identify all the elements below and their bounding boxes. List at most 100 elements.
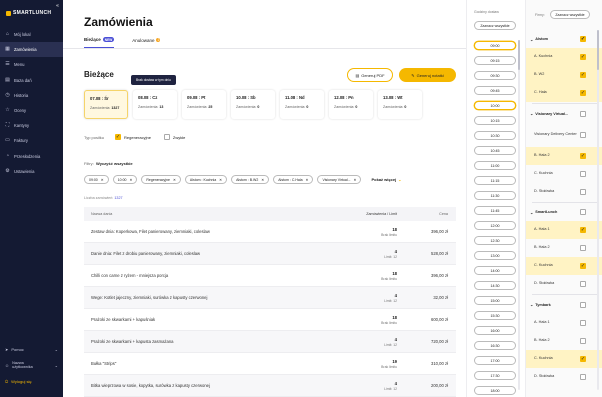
- logout-item[interactable]: ⏻ Wyloguj się: [0, 374, 63, 388]
- checkbox-icon[interactable]: [580, 245, 586, 252]
- filter-chip[interactable]: Visionary Virtual... ✕: [317, 175, 362, 184]
- table-row[interactable]: Bułka "Strips" 19 Brak limitu 310,00 zł: [84, 353, 456, 375]
- delivery-scrollbar[interactable]: [518, 40, 520, 390]
- delivery-time-option[interactable]: 09:15: [474, 56, 516, 65]
- delivery-time-option[interactable]: 11:45: [474, 206, 516, 215]
- company-location[interactable]: B. W2 ✓: [526, 66, 602, 84]
- day-card[interactable]: 07.08 : Śr Zamówienia: 1327: [84, 90, 128, 119]
- sidebar-item-1[interactable]: ▦ Zamówienia: [0, 42, 63, 58]
- table-row[interactable]: Prażoki ze skwarkami + kapusta zasmażana…: [84, 331, 456, 353]
- meal-type-regen[interactable]: ✓ Regeneracyjne: [115, 134, 151, 140]
- day-card[interactable]: 10.08 : Sb Zamówienia: 0: [231, 90, 275, 119]
- delivery-time-option[interactable]: 14:30: [474, 281, 516, 290]
- tab-current[interactable]: Bieżące NEW: [84, 37, 115, 48]
- company-location[interactable]: C. Kuchnia ✓: [526, 257, 602, 276]
- generate-notes-button[interactable]: ✎ Generuj notatki: [399, 68, 456, 82]
- delivery-time-option[interactable]: 10:00: [474, 101, 516, 110]
- company-location[interactable]: D. Stołówka: [526, 275, 602, 293]
- company-location[interactable]: D. Stołówka: [526, 183, 602, 201]
- company-location[interactable]: C. Hala ✓: [526, 84, 602, 102]
- checkbox-icon[interactable]: [580, 209, 586, 216]
- chevron-down-icon[interactable]: ⌄: [530, 210, 533, 215]
- sidebar-item-0[interactable]: ⌂ Mój lokal: [0, 27, 63, 42]
- checkbox-icon[interactable]: [580, 170, 586, 177]
- company-location[interactable]: A. Kuchnia ✓: [526, 48, 602, 66]
- filter-chip[interactable]: Regeneracyjne ✕: [141, 175, 181, 184]
- company-group-header[interactable]: ⌄ Tymbark: [526, 296, 602, 314]
- scrollbar-thumb[interactable]: [597, 30, 599, 70]
- checkbox-checked-icon[interactable]: ✓: [580, 263, 586, 270]
- meal-type-normal[interactable]: Zwykłe: [163, 134, 185, 140]
- company-location[interactable]: B. Hala 2: [526, 239, 602, 257]
- delivery-time-option[interactable]: 16:00: [474, 326, 516, 335]
- day-card[interactable]: 13.08 : Wt Zamówienia: 0: [378, 90, 422, 119]
- clear-filters-link[interactable]: Wyczyść wszystkie: [96, 161, 133, 166]
- delivery-time-option[interactable]: 15:30: [474, 311, 516, 320]
- delivery-time-option[interactable]: 12:30: [474, 236, 516, 245]
- sidebar-item-3[interactable]: ▤ Baza dań: [0, 73, 63, 88]
- chevron-down-icon[interactable]: ⌄: [530, 37, 533, 42]
- tab-cancelled[interactable]: Anulowane 2: [132, 37, 161, 48]
- filter-chip[interactable]: Alstom : B.W2 ✕: [231, 175, 270, 184]
- sidebar-item-2[interactable]: ☰ Menu: [0, 57, 63, 72]
- checkbox-icon[interactable]: [580, 337, 586, 344]
- day-card[interactable]: 08.08 : Cz Zamówienia: 13: [133, 90, 177, 119]
- sidebar-item-7[interactable]: ▭ Faktury: [0, 133, 63, 148]
- delivery-time-option[interactable]: 10:15: [474, 116, 516, 125]
- sidebar-item-5[interactable]: ☆ Oceny: [0, 103, 63, 118]
- close-icon[interactable]: ✕: [101, 178, 104, 182]
- checkbox-icon[interactable]: [580, 131, 586, 138]
- sidebar-item-4[interactable]: ◷ Historia: [0, 88, 63, 103]
- delivery-time-option[interactable]: 09:00: [474, 41, 516, 50]
- checkbox-checked-icon[interactable]: ✓: [580, 227, 586, 234]
- delivery-time-option[interactable]: 17:30: [474, 371, 516, 380]
- delivery-time-option[interactable]: 10:30: [474, 131, 516, 140]
- table-row[interactable]: Bitka wieprzowa w sosie, kopytka, surówk…: [84, 375, 456, 397]
- day-card[interactable]: 11.08 : Nd Zamówienia: 0: [280, 90, 324, 119]
- collapse-sidebar-icon[interactable]: «: [54, 3, 61, 10]
- company-location[interactable]: A. Hala 1: [526, 314, 602, 332]
- select-all-hours-button[interactable]: Zaznacz wszystkie: [474, 21, 516, 30]
- delivery-time-option[interactable]: 14:00: [474, 266, 516, 275]
- filter-chip[interactable]: 09:00 ✕: [84, 175, 109, 184]
- company-location[interactable]: B. Hala 2 ✓: [526, 146, 602, 165]
- company-location[interactable]: B. Hala 2: [526, 332, 602, 350]
- table-row[interactable]: Zestaw dnia: Koperkowa, Filet panierowan…: [84, 221, 456, 243]
- delivery-time-option[interactable]: 15:00: [474, 296, 516, 305]
- checkbox-checked-icon[interactable]: ✓: [115, 134, 122, 140]
- checkbox-checked-icon[interactable]: ✓: [580, 72, 586, 78]
- delivery-time-option[interactable]: 16:30: [474, 341, 516, 350]
- checkbox-icon[interactable]: [580, 281, 586, 288]
- delivery-time-option[interactable]: 09:30: [474, 71, 516, 80]
- close-icon[interactable]: ✕: [129, 178, 132, 182]
- delivery-time-option[interactable]: 11:00: [474, 161, 516, 170]
- user-item[interactable]: ☺ Nazwa użytkownika ⌄: [0, 356, 63, 374]
- delivery-time-option[interactable]: 17:00: [474, 356, 516, 365]
- table-row[interactable]: Wege: Kotlet jajeczny, ziemniaki, surówk…: [84, 287, 456, 309]
- filter-chip[interactable]: 10:00 ✕: [112, 175, 138, 184]
- sidebar-item-6[interactable]: ⛶ Kantyny: [0, 118, 63, 133]
- delivery-time-option[interactable]: 18:00: [474, 386, 516, 395]
- checkbox-icon[interactable]: [580, 110, 586, 117]
- table-row[interactable]: Danie dnia: Filet z drobiu panierowany, …: [84, 243, 456, 265]
- checkbox-icon[interactable]: [163, 134, 170, 140]
- table-row[interactable]: Prażoki ze skwarkami + kapuśniak 18 Brak l…: [84, 309, 456, 331]
- sidebar-item-8[interactable]: ◔ Przesłodzenia: [0, 149, 63, 164]
- close-icon[interactable]: ✕: [306, 178, 309, 182]
- delivery-time-option[interactable]: 10:45: [474, 146, 516, 155]
- company-location[interactable]: C. Kuchnia: [526, 165, 602, 183]
- show-more-link[interactable]: Pokaż więcej ⌄: [371, 177, 401, 182]
- checkbox-checked-icon[interactable]: ✓: [580, 90, 586, 96]
- company-location[interactable]: D. Stołówka: [526, 368, 602, 386]
- close-icon[interactable]: ✕: [261, 178, 264, 182]
- close-icon[interactable]: ✕: [173, 178, 176, 182]
- company-location[interactable]: Visionary Delivery Center: [526, 123, 602, 147]
- delivery-time-option[interactable]: 11:30: [474, 191, 516, 200]
- checkbox-checked-icon[interactable]: ✓: [580, 152, 586, 159]
- help-item[interactable]: ➤ Pomoc ⌄: [0, 342, 63, 356]
- day-card[interactable]: 12.08 : Pn Zamówienia: 0: [329, 90, 373, 119]
- checkbox-icon[interactable]: [580, 301, 586, 308]
- delivery-time-option[interactable]: 11:15: [474, 176, 516, 185]
- filter-chip[interactable]: Alstom : C.Hala ✕: [273, 175, 314, 184]
- company-location[interactable]: A. Hala 1 ✓: [526, 221, 602, 240]
